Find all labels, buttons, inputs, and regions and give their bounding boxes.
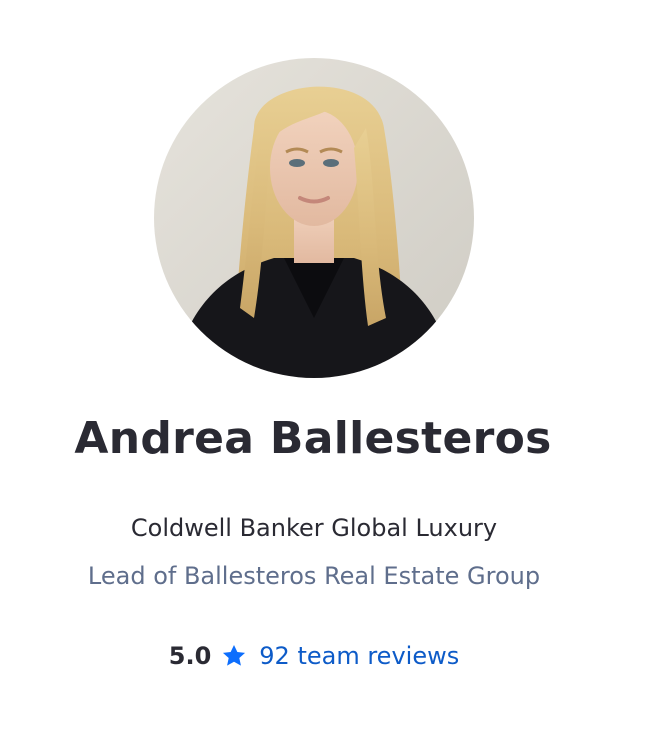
rating-row: 5.0 92 team reviews bbox=[0, 642, 628, 670]
agent-title: Lead of Ballesteros Real Estate Group bbox=[87, 562, 541, 590]
reviews-link[interactable]: 92 team reviews bbox=[259, 642, 459, 670]
agent-card: Andrea Ballesteros Coldwell Banker Globa… bbox=[0, 0, 650, 748]
rating-value: 5.0 bbox=[168, 642, 212, 670]
agent-avatar[interactable] bbox=[154, 58, 474, 378]
agent-company: Coldwell Banker Global Luxury bbox=[130, 514, 498, 542]
agent-name: Andrea Ballesteros bbox=[74, 413, 552, 464]
star-icon bbox=[223, 644, 246, 666]
agent-photo bbox=[154, 58, 474, 378]
